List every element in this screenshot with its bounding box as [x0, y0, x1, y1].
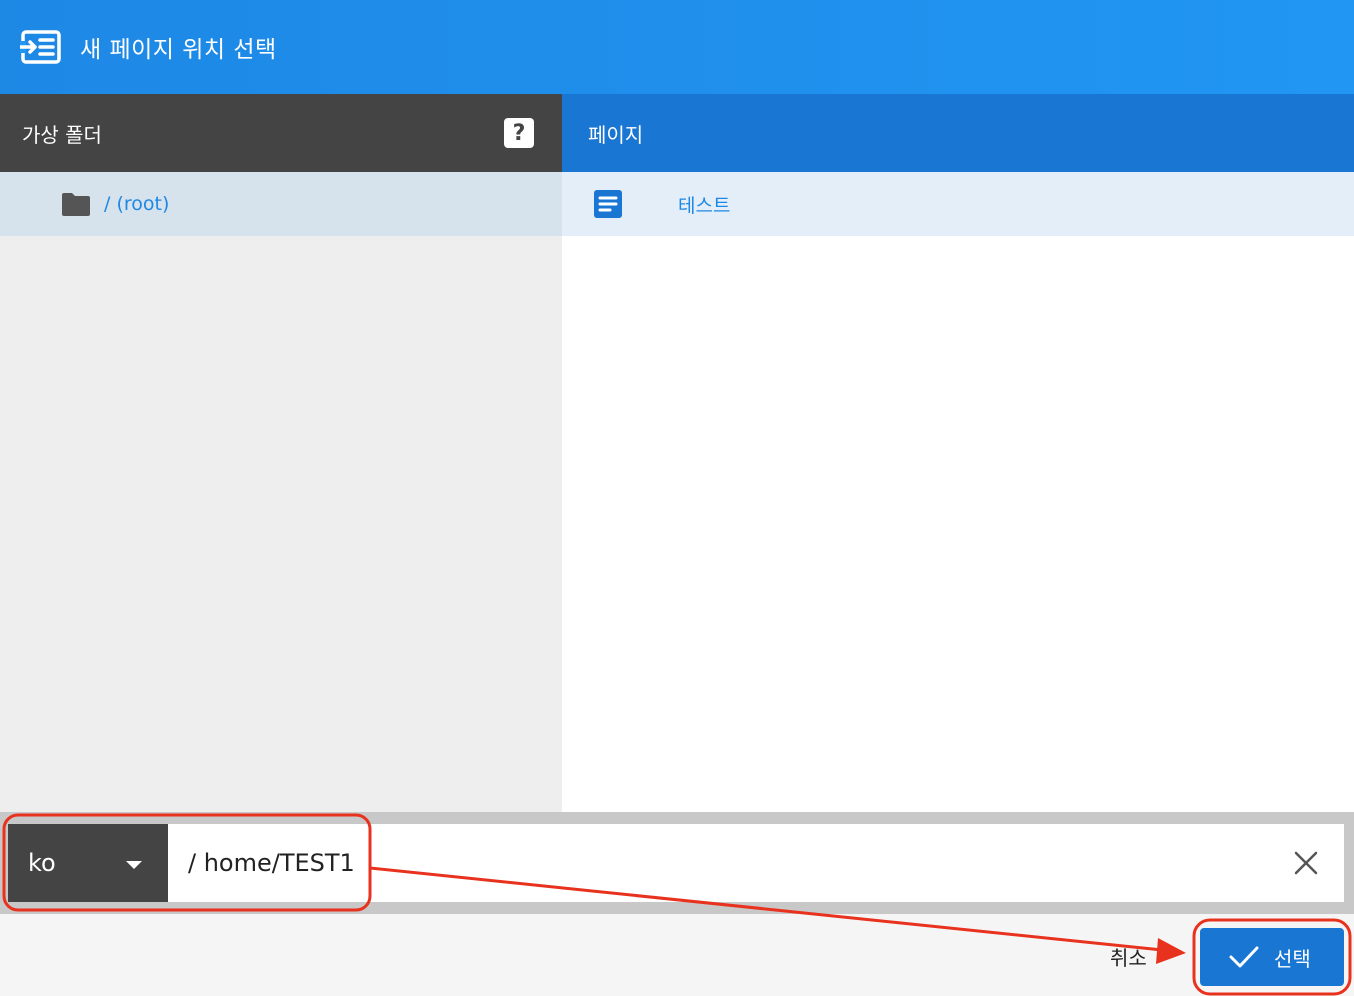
select-label: 선택	[1274, 946, 1311, 971]
path-row: ko / home/TEST1	[8, 824, 1344, 902]
page-panel: 페이지 테스트	[562, 94, 1354, 812]
folder-icon	[62, 193, 90, 216]
dialog-title: 새 페이지 위치 선택	[80, 37, 277, 63]
virtual-folder-heading: 가상 폴더	[22, 122, 102, 147]
locale-select[interactable]: ko	[8, 824, 168, 902]
check-icon	[1229, 946, 1259, 968]
dialog-header: 새 페이지 위치 선택	[0, 0, 1354, 94]
locale-value: ko	[28, 849, 56, 877]
folder-item-root[interactable]: / (root)	[0, 172, 562, 236]
page-item-test[interactable]: 테스트	[562, 172, 1354, 236]
select-button[interactable]: 선택	[1200, 928, 1344, 986]
path-bar: ko / home/TEST1	[0, 812, 1354, 914]
clear-icon[interactable]	[1292, 849, 1320, 877]
help-button[interactable]: ?	[504, 118, 534, 148]
folder-label: / (root)	[104, 193, 170, 215]
cancel-button[interactable]: 취소	[1110, 942, 1147, 971]
dialog-footer: 취소 선택	[0, 914, 1354, 996]
path-value: / home/TEST1	[188, 849, 355, 877]
help-icon: ?	[512, 120, 526, 146]
page-panel-heading: 페이지	[588, 122, 644, 147]
insert-list-icon	[20, 30, 61, 64]
caret-down-icon	[126, 861, 142, 869]
page-label: 테스트	[678, 194, 731, 217]
page-panel-header: 페이지	[562, 94, 1354, 172]
virtual-folder-header: 가상 폴더 ?	[0, 94, 562, 172]
path-input[interactable]: / home/TEST1	[168, 824, 1344, 902]
document-icon	[594, 190, 622, 218]
virtual-folder-panel: 가상 폴더 ? / (root)	[0, 94, 562, 812]
